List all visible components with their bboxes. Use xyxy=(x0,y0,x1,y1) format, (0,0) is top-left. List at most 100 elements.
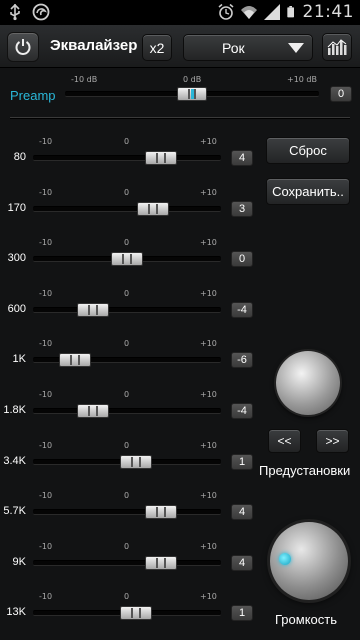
band-scale-min: -10 xyxy=(39,542,53,551)
chevron-down-icon xyxy=(288,42,304,53)
band-scale-min: -10 xyxy=(39,188,53,197)
band-value: -4 xyxy=(231,302,253,318)
band-scale-max: +10 xyxy=(200,339,217,348)
band-slider-thumb[interactable] xyxy=(111,252,143,266)
band-slider-thumb[interactable] xyxy=(120,455,152,469)
band-slider-track[interactable] xyxy=(33,408,221,414)
preamp-label: Preamp xyxy=(10,88,56,103)
x2-button[interactable]: x2 xyxy=(142,34,172,61)
app-notification-icon xyxy=(32,3,50,21)
band-slider-thumb[interactable] xyxy=(145,151,177,165)
band-scale-mid: 0 xyxy=(124,238,130,247)
band-frequency-label: 1K xyxy=(12,353,26,365)
band-value: 0 xyxy=(231,251,253,267)
band-scale-max: +10 xyxy=(200,238,217,247)
band-frequency-label: 300 xyxy=(7,252,26,264)
preset-dropdown-value: Рок xyxy=(222,39,245,56)
preset-dropdown[interactable]: Рок xyxy=(183,34,313,61)
band-slider-thumb[interactable] xyxy=(77,303,109,317)
band-scale-mid: 0 xyxy=(124,137,130,146)
preamp-min-label: -10 dB xyxy=(71,75,98,84)
band-frequency-label: 80 xyxy=(13,151,26,163)
band-value: 1 xyxy=(231,454,253,470)
reset-button[interactable]: Сброс xyxy=(266,137,350,164)
band-scale-min: -10 xyxy=(39,491,53,500)
band-value: 1 xyxy=(231,605,253,621)
band-scale-max: +10 xyxy=(200,390,217,399)
band-slider-thumb[interactable] xyxy=(145,505,177,519)
band-scale-min: -10 xyxy=(39,592,53,601)
band-scale-max: +10 xyxy=(200,289,217,298)
band-frequency-label: 1.8K xyxy=(3,404,26,416)
band-frequency-label: 13K xyxy=(6,606,26,618)
preamp-slider-thumb[interactable] xyxy=(177,87,207,101)
band-slider-track[interactable] xyxy=(33,206,221,212)
volume-indicator xyxy=(279,553,291,565)
band-scale-mid: 0 xyxy=(124,441,130,450)
band-scale-min: -10 xyxy=(39,289,53,298)
divider xyxy=(10,117,350,119)
next-preset-button[interactable]: >> xyxy=(316,429,349,453)
band-scale-max: +10 xyxy=(200,188,217,197)
band-scale-mid: 0 xyxy=(124,289,130,298)
signal-icon xyxy=(263,4,280,20)
alarm-icon xyxy=(218,3,233,20)
band-slider-track[interactable] xyxy=(33,307,221,313)
volume-label: Громкость xyxy=(275,612,337,627)
band-value: 4 xyxy=(231,150,253,166)
presets-label: Предустановки xyxy=(259,463,351,478)
prev-preset-button[interactable]: << xyxy=(268,429,301,453)
band-scale-min: -10 xyxy=(39,137,53,146)
power-icon xyxy=(15,39,31,55)
preamp-value: 0 xyxy=(330,86,352,102)
band-scale-max: +10 xyxy=(200,441,217,450)
usb-icon xyxy=(10,3,20,21)
band-slider-thumb[interactable] xyxy=(120,606,152,620)
band-slider-track[interactable] xyxy=(33,155,221,161)
band-frequency-label: 9K xyxy=(12,556,26,568)
band-scale-min: -10 xyxy=(39,441,53,450)
page-title: Эквалайзер xyxy=(50,37,138,54)
band-frequency-label: 170 xyxy=(7,202,26,214)
preamp-mid-label: 0 dB xyxy=(183,75,202,84)
band-value: 4 xyxy=(231,555,253,571)
band-scale-mid: 0 xyxy=(124,339,130,348)
band-value: 3 xyxy=(231,201,253,217)
volume-knob[interactable] xyxy=(270,522,348,600)
graph-view-button[interactable] xyxy=(322,33,352,61)
toolbar: Эквалайзер x2 Рок xyxy=(0,25,360,68)
preset-knob[interactable] xyxy=(276,351,340,415)
band-scale-mid: 0 xyxy=(124,188,130,197)
band-slider-thumb[interactable] xyxy=(145,556,177,570)
band-value: 4 xyxy=(231,504,253,520)
wifi-icon xyxy=(240,6,257,19)
status-bar: 21:41 xyxy=(0,0,360,25)
band-frequency-label: 600 xyxy=(7,303,26,315)
band-value: -4 xyxy=(231,403,253,419)
band-scale-min: -10 xyxy=(39,238,53,247)
band-scale-mid: 0 xyxy=(124,491,130,500)
band-slider-thumb[interactable] xyxy=(77,404,109,418)
band-value: -6 xyxy=(231,352,253,368)
band-scale-mid: 0 xyxy=(124,542,130,551)
power-button[interactable] xyxy=(7,32,39,62)
band-scale-mid: 0 xyxy=(124,592,130,601)
battery-icon xyxy=(286,6,294,18)
band-slider-track[interactable] xyxy=(33,560,221,566)
band-scale-max: +10 xyxy=(200,542,217,551)
band-scale-max: +10 xyxy=(200,137,217,146)
band-slider-thumb[interactable] xyxy=(59,353,91,367)
preamp-max-label: +10 dB xyxy=(287,75,317,84)
bar-chart-icon xyxy=(327,39,347,55)
band-scale-mid: 0 xyxy=(124,390,130,399)
band-scale-min: -10 xyxy=(39,339,53,348)
band-slider-track[interactable] xyxy=(33,509,221,515)
band-slider-thumb[interactable] xyxy=(137,202,169,216)
band-frequency-label: 5.7K xyxy=(3,505,26,517)
clock: 21:41 xyxy=(302,2,354,22)
band-frequency-label: 3.4K xyxy=(3,455,26,467)
band-scale-max: +10 xyxy=(200,592,217,601)
band-scale-max: +10 xyxy=(200,491,217,500)
band-scale-min: -10 xyxy=(39,390,53,399)
save-button[interactable]: Сохранить.. xyxy=(266,178,350,205)
